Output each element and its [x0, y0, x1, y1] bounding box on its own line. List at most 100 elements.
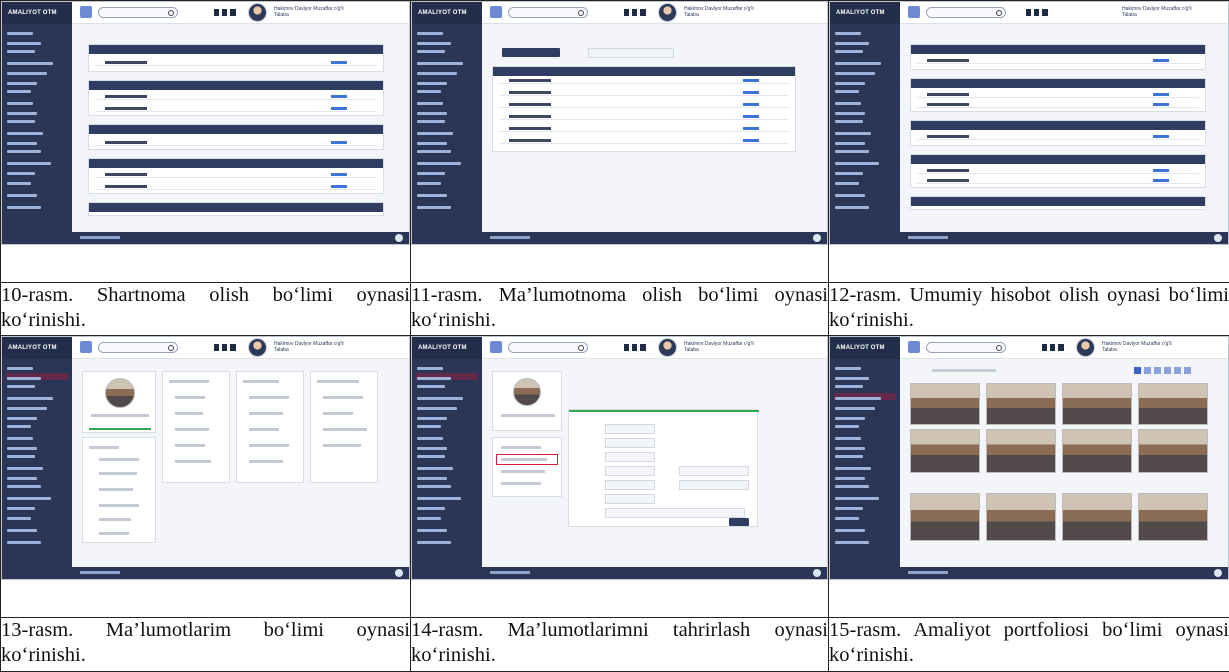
menu-card [310, 371, 378, 483]
search-input [508, 342, 588, 353]
caption-label: 10-rasm. [1, 284, 73, 306]
portfolio-photo [986, 429, 1056, 473]
search-input [926, 342, 1006, 353]
search-input [926, 7, 1006, 18]
toolbar-icons [624, 9, 646, 16]
avatar [248, 338, 267, 357]
table-card [88, 202, 384, 216]
topbar: AMALIYOT OTM Hakimov Davlyor Muzaffar o'… [2, 2, 409, 24]
figure-13-cell: AMALIYOT OTM Hakimov Davlyor Muzaffar o'… [1, 336, 411, 618]
report-tables [906, 30, 1222, 230]
table-card [88, 158, 384, 194]
brand-label: AMALIYOT OTM [830, 2, 900, 24]
portfolio-photo [1138, 383, 1208, 425]
portfolio-photo [1062, 383, 1132, 425]
portfolio-photo [910, 493, 980, 541]
avatar [658, 338, 677, 357]
edit-menu [492, 437, 562, 497]
portfolio-photo [1138, 493, 1208, 541]
caption-14: 14-rasm. Ma’lumotlarimni tahrirlash oyna… [411, 618, 829, 672]
profile-card [492, 371, 562, 431]
brand-label: AMALIYOT OTM [412, 337, 482, 359]
topbar: AMALIYOT OTM Hakimov Davlyor Muzaffar o'… [412, 2, 827, 24]
figure-15-cell: AMALIYOT OTM Hakimov Davlyor Muzaffar o'… [829, 336, 1229, 618]
user-name: Hakimov Davlyor Muzaffar o'g'liTalaba [684, 341, 754, 353]
screenshot-hisobot: AMALIYOT OTM Hakimov Davlyor Muzaffar o'… [829, 1, 1229, 245]
topbar: AMALIYOT OTM Hakimov Davlyor Muzaffar o'… [830, 2, 1228, 24]
menu-card [236, 371, 304, 483]
hamburger-icon [908, 341, 920, 353]
portfolio-gallery [906, 365, 1222, 565]
user-name: Hakimov Davlyor Muzaffar o'g'liTalaba [274, 6, 344, 18]
caption-10: 10-rasm. Shartnoma olish bo‘limi oynasi … [1, 283, 411, 336]
screenshot-malumotlarim: AMALIYOT OTM Hakimov Davlyor Muzaffar o'… [1, 336, 410, 580]
brand-label: AMALIYOT OTM [830, 337, 900, 359]
portfolio-photo [910, 429, 980, 473]
profile-panel [78, 365, 403, 565]
sidebar [412, 24, 482, 244]
caption-15: 15-rasm. Amaliyot portfoliosi bo‘limi oy… [829, 618, 1229, 672]
table-card [910, 78, 1206, 112]
caption-11: 11-rasm. Ma’lumotnoma olish bo‘limi oyna… [411, 283, 829, 336]
footer-bar [72, 232, 409, 244]
hamburger-icon [80, 341, 92, 353]
search-input [98, 7, 178, 18]
screenshot-shartnoma: AMALIYOT OTM Hakimov Davlyor Muzaffar o'… [1, 1, 410, 245]
info-card [82, 437, 156, 543]
contract-tables [78, 30, 403, 230]
footer-bar [900, 232, 1228, 244]
save-button [729, 518, 749, 526]
sidebar [2, 359, 72, 579]
select-field [588, 48, 674, 58]
progress-bar [89, 428, 151, 430]
profile-photo [105, 378, 135, 408]
sidebar [2, 24, 72, 244]
figure-10-cell: AMALIYOT OTM Hakimov Davlyor Muzaffar o'… [1, 1, 411, 283]
request-button [502, 48, 560, 57]
profile-card [82, 371, 156, 433]
caption-label: 13-rasm. [1, 619, 73, 641]
figure-table: AMALIYOT OTM Hakimov Davlyor Muzaffar o'… [0, 0, 1229, 672]
avatar [1076, 338, 1095, 357]
sidebar [830, 24, 900, 244]
caption-label: 11-rasm. [411, 284, 483, 306]
portfolio-photo [986, 493, 1056, 541]
edit-form [568, 409, 758, 527]
user-name: Hakimov Davlyor Muzaffar o'g'liTalaba [1102, 341, 1172, 353]
search-input [98, 342, 178, 353]
figure-12-cell: AMALIYOT OTM Hakimov Davlyor Muzaffar o'… [829, 1, 1229, 283]
edit-panel [488, 365, 821, 565]
avatar [248, 3, 267, 22]
toolbar-icons [214, 344, 236, 351]
portfolio-photo [1138, 429, 1208, 473]
figure-14-cell: AMALIYOT OTM Hakimov Davlyor Muzaffar o'… [411, 336, 829, 618]
caption-label: 12-rasm. [829, 284, 901, 306]
sidebar [412, 359, 482, 579]
figure-11-cell: AMALIYOT OTM Hakimov Davlyor Muzaffar o'… [411, 1, 829, 283]
caption-label: 14-rasm. [411, 619, 483, 641]
topbar: AMALIYOT OTM Hakimov Davlyor Muzaffar o'… [830, 337, 1228, 359]
portfolio-photo [986, 383, 1056, 425]
footer-bar [482, 567, 827, 579]
hamburger-icon [490, 6, 502, 18]
profile-photo [513, 378, 541, 406]
menu-card [162, 371, 230, 483]
toolbar-icons [1042, 344, 1064, 351]
table-card [88, 44, 384, 72]
table-card [88, 80, 384, 116]
toolbar-icons [214, 9, 236, 16]
brand-label: AMALIYOT OTM [2, 337, 72, 359]
portfolio-photo [910, 383, 980, 425]
brand-label: AMALIYOT OTM [412, 2, 482, 24]
table-card [910, 154, 1206, 188]
footer-bar [482, 232, 827, 244]
table-card [910, 196, 1206, 210]
hamburger-icon [490, 341, 502, 353]
table-card [910, 44, 1206, 70]
certificate-list [488, 30, 821, 230]
hamburger-icon [80, 6, 92, 18]
screenshot-malumotnoma: AMALIYOT OTM Hakimov Davlyor Muzaffar o'… [411, 1, 828, 245]
brand-label: AMALIYOT OTM [2, 2, 72, 24]
selected-item-highlight [496, 454, 558, 465]
caption-label: 15-rasm. [829, 619, 901, 641]
